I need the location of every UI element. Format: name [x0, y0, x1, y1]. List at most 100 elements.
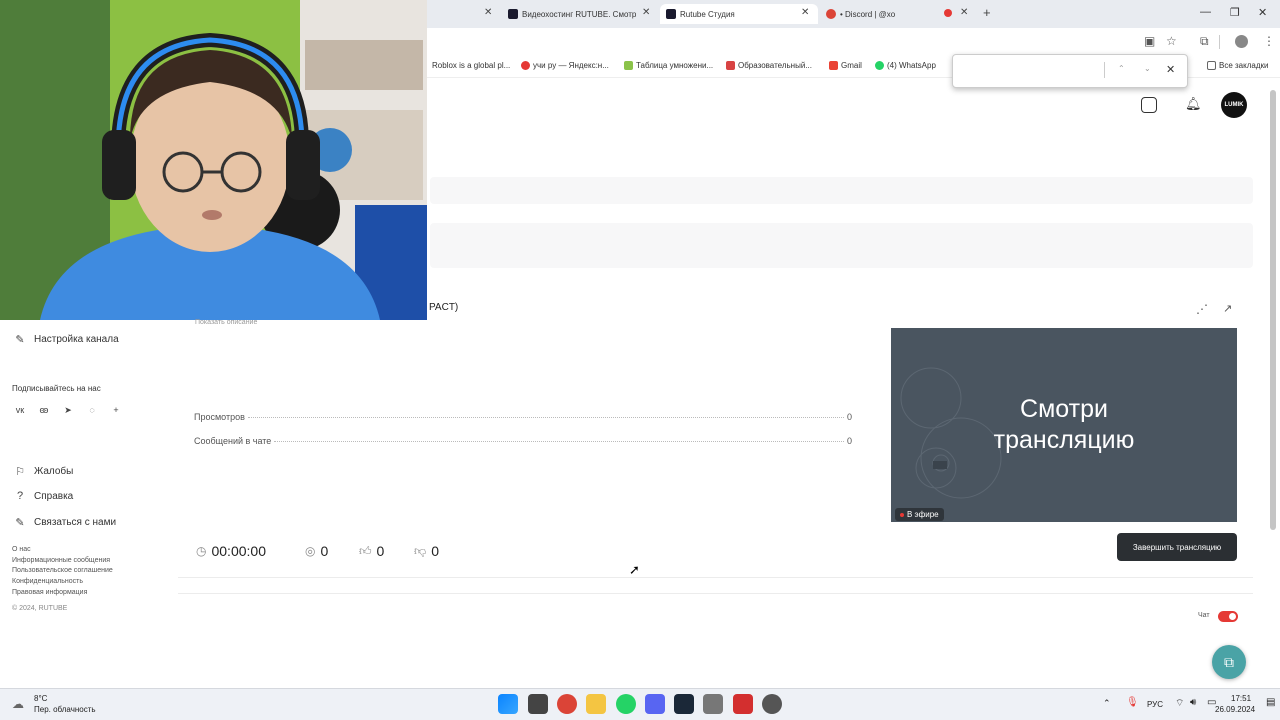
floating-action-button[interactable]: ⧉	[1212, 645, 1246, 679]
bookmark-education[interactable]: Образовательный...	[726, 61, 812, 70]
settings-icon[interactable]	[703, 694, 723, 714]
close-window-icon[interactable]: ✕	[1258, 6, 1267, 19]
tab-close-icon[interactable]: ✕	[960, 7, 968, 18]
external-link-icon[interactable]: ↗	[1223, 302, 1232, 315]
stat-dots	[274, 441, 844, 442]
placeholder-band	[430, 223, 1253, 268]
bookmark-table[interactable]: Таблица умножени...	[624, 61, 713, 70]
find-in-page-box[interactable]	[952, 54, 1188, 88]
recording-icon	[944, 9, 952, 17]
find-close-icon[interactable]: ✕	[1166, 63, 1175, 76]
share-icon[interactable]: ⋰	[1196, 302, 1208, 316]
language-indicator[interactable]: РУС	[1147, 700, 1163, 709]
tab-close-icon[interactable]: ✕	[484, 7, 492, 18]
steam-icon[interactable]	[674, 694, 694, 714]
pencil-icon: ✎	[15, 517, 25, 529]
tab-rutube-studio[interactable]: Rutube Студия	[660, 4, 818, 24]
footer-link-info[interactable]: Информационные сообщения	[12, 557, 110, 564]
footer-link-legal[interactable]: Правовая информация	[12, 589, 87, 596]
clock-date[interactable]: 26.09.2024	[1215, 705, 1255, 714]
footer-link-privacy[interactable]: Конфиденциальность	[12, 578, 83, 585]
find-up-icon[interactable]: ⌃	[1118, 64, 1125, 73]
whatsapp-icon[interactable]	[616, 694, 636, 714]
new-tab-button[interactable]: +	[983, 5, 991, 20]
bookmark-uchi[interactable]: учи ру — Яндекс:н...	[521, 61, 609, 70]
sidebar-item-help[interactable]: ? Справка	[14, 490, 73, 502]
copy-icon: ⧉	[1224, 653, 1234, 670]
roblox-icon[interactable]	[733, 694, 753, 714]
wifi-icon[interactable]: ⌔	[1175, 697, 1184, 710]
subscribe-heading: Подписывайтесь на нас	[12, 384, 101, 393]
chat-label: Чат	[1198, 612, 1210, 619]
notifications-icon[interactable]: ▤	[1266, 697, 1275, 708]
bookmark-gmail[interactable]: Gmail	[829, 61, 862, 70]
weather-icon[interactable]: ☁︎	[12, 697, 24, 711]
avatar[interactable]: LUMIK	[1221, 92, 1247, 118]
reader-icon[interactable]: ▣	[1144, 34, 1155, 48]
telegram-icon[interactable]: ➤	[62, 405, 74, 417]
menu-kebab-icon[interactable]: ⋮	[1263, 34, 1275, 48]
windows-taskbar	[0, 688, 1280, 720]
sidebar-item-label: Справка	[34, 490, 74, 502]
footer-link-about[interactable]: О нас	[12, 546, 31, 553]
maximize-icon[interactable]: ❐	[1230, 6, 1240, 19]
likes-count: 👍︎ 0	[359, 543, 385, 559]
tab-discord[interactable]: • Discord | @хо	[826, 4, 936, 24]
bell-icon[interactable]: 🔔︎	[1185, 96, 1202, 112]
yandex-icon	[521, 61, 530, 70]
sidebar-item-contact[interactable]: ✎ Связаться с нами	[14, 516, 116, 529]
obs-icon[interactable]	[762, 694, 782, 714]
sidebar-item-label: Настройка канала	[34, 334, 119, 345]
tab-label: • Discord | @хо	[840, 9, 896, 19]
tab-rutube-video[interactable]: Видеохостинг RUTUBE. Смотр	[508, 4, 638, 24]
start-icon[interactable]	[498, 694, 518, 714]
mouse-cursor-icon: ➚	[629, 562, 640, 577]
viber-icon[interactable]: ◌	[86, 405, 98, 417]
viewers-icon: ◎	[305, 544, 316, 558]
gmail-icon	[829, 61, 838, 70]
chrome-icon[interactable]	[557, 694, 577, 714]
whatsapp-icon	[875, 61, 884, 70]
clock-time[interactable]: 17:51	[1231, 694, 1251, 703]
stat-label: Сообщений в чате	[194, 436, 272, 446]
stream-preview[interactable]: Смотри трансляцию	[891, 328, 1237, 522]
stat-label: Просмотров	[194, 412, 245, 422]
stat-row-views: Просмотров 0	[194, 412, 852, 422]
end-stream-button[interactable]: Завершить трансляцию	[1117, 533, 1237, 561]
footer-link-terms[interactable]: Пользовательское соглашение	[12, 567, 113, 574]
thumbs-up-icon: 👍︎	[359, 543, 372, 558]
file-explorer-icon[interactable]	[586, 694, 606, 714]
weather-desc: Пер. облачность	[34, 705, 96, 714]
preview-caption: Смотри трансляцию	[993, 395, 1135, 454]
sidebar-item-complaints[interactable]: ⚐ Жалобы	[14, 465, 73, 478]
bookmarks-folder[interactable]: Все закладки	[1207, 61, 1268, 70]
plus-icon[interactable]: +	[110, 405, 122, 417]
webcam-image	[0, 0, 427, 320]
task-view-icon[interactable]	[528, 694, 548, 714]
tab-close-icon[interactable]: ✕	[642, 7, 650, 18]
extensions-icon[interactable]: ⧉	[1200, 34, 1209, 49]
bookmark-whatsapp[interactable]: (4) WhatsApp	[875, 61, 936, 70]
tab-close-icon[interactable]: ✕	[801, 7, 809, 18]
minimize-icon[interactable]: —	[1200, 6, 1211, 18]
upload-icon[interactable]	[1141, 97, 1157, 113]
odnoklassniki-icon[interactable]: ꙭ	[38, 405, 50, 417]
bookmark-roblox[interactable]: Roblox is a global pl...	[432, 61, 510, 70]
toolbar-divider	[1219, 35, 1220, 49]
stat-row-chat-messages: Сообщений в чате 0	[194, 436, 852, 446]
folder-icon	[1207, 61, 1216, 70]
sidebar-item-channel-settings[interactable]: ✎ Настройка канала	[14, 333, 119, 346]
bookmark-star-icon[interactable]: ☆	[1166, 34, 1177, 48]
microphone-icon[interactable]: 🎙︎	[1126, 697, 1139, 708]
page-scrollbar[interactable]	[1270, 90, 1276, 530]
volume-icon[interactable]: 🔊︎	[1190, 697, 1196, 708]
copyright: © 2024, RUTUBE	[12, 605, 68, 612]
discord-icon[interactable]	[645, 694, 665, 714]
tray-chevron-icon[interactable]: ⌃	[1103, 698, 1111, 709]
profile-icon[interactable]	[1235, 35, 1248, 48]
chat-toggle[interactable]	[1218, 611, 1238, 622]
education-icon	[726, 61, 735, 70]
vk-icon[interactable]: ᴠк	[14, 405, 26, 417]
find-down-icon[interactable]: ⌄	[1144, 64, 1151, 73]
show-description-link[interactable]: Показать описание	[195, 319, 257, 326]
